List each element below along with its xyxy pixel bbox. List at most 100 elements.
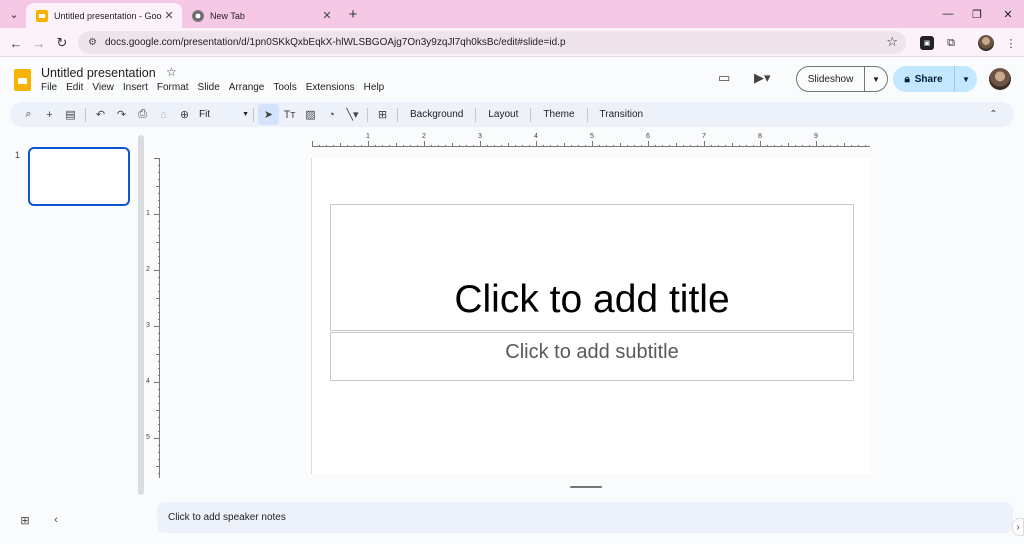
image-icon[interactable]: ▨ (300, 104, 321, 125)
slides-logo-icon[interactable] (14, 69, 31, 91)
ruler-tick (725, 145, 726, 147)
ruler-tick (347, 145, 348, 147)
share-button[interactable]: 🔒︎ Share (893, 66, 955, 92)
layout-button[interactable]: Layout (480, 109, 526, 120)
ruler-tick (585, 145, 586, 147)
zoom-select[interactable]: Fit ▼ (199, 109, 249, 120)
collapse-filmstrip-icon[interactable]: ‹ (48, 512, 64, 528)
slideshow-dropdown-icon[interactable]: ▼ (865, 75, 887, 84)
ruler-tick (158, 473, 160, 474)
transition-button[interactable]: Transition (592, 109, 652, 120)
minimize-icon[interactable]: — (933, 4, 963, 24)
new-slide-icon[interactable]: + (39, 104, 60, 125)
menu-tools[interactable]: Tools (273, 82, 296, 93)
extensions-puzzle-icon[interactable]: ⧉ (942, 34, 960, 52)
ruler-label: 9 (814, 133, 818, 140)
slide-canvas[interactable]: Click to add title Click to add subtitle (311, 158, 871, 474)
close-tab-icon[interactable]: ✕ (320, 9, 334, 22)
ruler-tick (837, 145, 838, 147)
ruler-tick (578, 145, 579, 147)
grid-view-icon[interactable]: ⊞ (17, 512, 33, 528)
window-close-icon[interactable]: ✕ (993, 4, 1023, 24)
text-box-icon[interactable]: Tт (279, 104, 300, 125)
ruler-tick (158, 200, 160, 201)
vertical-ruler[interactable]: 1 2 3 4 5 (146, 158, 160, 478)
print-icon[interactable]: ⎙ (132, 104, 153, 125)
select-cursor-icon[interactable]: ➤ (258, 104, 279, 125)
ruler-tick (158, 193, 160, 194)
meet-video-icon[interactable]: ▶▾ (754, 70, 771, 86)
theme-button[interactable]: Theme (535, 109, 582, 120)
paint-format-icon[interactable]: ⌂ (153, 104, 174, 125)
reload-icon[interactable]: ↻ (52, 33, 72, 53)
search-menus-icon[interactable]: ⌕ (18, 104, 39, 125)
ruler-tick (627, 145, 628, 147)
browser-menu-icon[interactable]: ⋮ (1002, 34, 1020, 52)
document-title[interactable]: Untitled presentation (41, 66, 156, 80)
tab-search-chevron-icon[interactable]: ⌄ (5, 5, 23, 23)
account-avatar[interactable] (989, 68, 1011, 90)
add-comment-icon[interactable]: ⊞ (372, 104, 393, 125)
shape-icon[interactable]: ◔ (321, 104, 342, 125)
menu-arrange[interactable]: Arrange (229, 82, 265, 93)
comments-icon[interactable]: ▭ (718, 70, 730, 86)
menu-file[interactable]: File (41, 82, 57, 93)
menu-view[interactable]: View (92, 82, 114, 93)
share-label: Share (914, 73, 943, 85)
menu-edit[interactable]: Edit (66, 82, 83, 93)
close-tab-icon[interactable]: ✕ (162, 9, 176, 22)
title-placeholder[interactable]: Click to add title (330, 204, 854, 331)
ruler-tick (389, 145, 390, 147)
back-arrow-icon[interactable]: ← (6, 33, 26, 53)
undo-icon[interactable]: ↶ (90, 104, 111, 125)
ruler-tick (711, 145, 712, 147)
ruler-tick (158, 375, 160, 376)
ruler-tick (830, 145, 831, 147)
slideshow-button-group: Slideshow ▼ (796, 66, 888, 92)
bookmark-star-icon[interactable]: ☆ (886, 34, 898, 50)
ruler-baseline (159, 158, 160, 478)
profile-avatar[interactable] (977, 34, 995, 52)
horizontal-ruler[interactable]: 1 2 3 4 5 6 7 8 9 (312, 133, 870, 147)
ruler-tick (494, 145, 495, 147)
speaker-notes[interactable]: Click to add speaker notes (157, 502, 1013, 533)
ruler-tick (816, 141, 817, 147)
ruler-tick (858, 145, 859, 147)
collapse-toolbar-icon[interactable]: ⌃ (983, 104, 1004, 125)
new-tab-button[interactable]: + (344, 5, 362, 23)
menu-extensions[interactable]: Extensions (306, 82, 355, 93)
star-icon[interactable]: ☆ (166, 65, 177, 79)
layout-picker-icon[interactable]: ▤ (60, 104, 81, 125)
slide-thumbnail[interactable] (28, 147, 130, 206)
side-panel-toggle-icon[interactable]: › (1012, 518, 1024, 536)
subtitle-placeholder[interactable]: Click to add subtitle (330, 332, 854, 381)
site-info-icon[interactable]: ⚙ (88, 37, 97, 48)
tab-new-tab[interactable]: New Tab ✕ (182, 3, 340, 28)
share-dropdown-icon[interactable]: ▼ (955, 75, 977, 84)
menu-insert[interactable]: Insert (123, 82, 148, 93)
ruler-tick (676, 143, 677, 147)
notes-resize-handle[interactable] (570, 486, 602, 488)
background-button[interactable]: Background (402, 109, 471, 120)
omnibox[interactable]: ⚙ docs.google.com/presentation/d/1pn0SKk… (78, 31, 906, 54)
extension-icon[interactable]: ▣ (920, 36, 934, 50)
zoom-icon[interactable]: ⊕ (174, 104, 195, 125)
ruler-tick (564, 143, 565, 147)
ruler-tick (410, 145, 411, 147)
ruler-tick (158, 179, 160, 180)
ruler-tick (697, 145, 698, 147)
ruler-tick (802, 145, 803, 147)
slideshow-button[interactable]: Slideshow (797, 67, 865, 91)
line-icon[interactable]: ╲▾ (342, 104, 363, 125)
menu-format[interactable]: Format (157, 82, 189, 93)
forward-arrow-icon[interactable]: → (29, 33, 49, 53)
ruler-tick (319, 145, 320, 147)
tab-untitled-presentation[interactable]: Untitled presentation - Google ✕ (26, 3, 182, 28)
restore-icon[interactable]: ❐ (962, 4, 992, 24)
menu-slide[interactable]: Slide (198, 82, 220, 93)
redo-icon[interactable]: ↷ (111, 104, 132, 125)
ruler-label: 6 (646, 133, 650, 140)
toolbar-divider (85, 107, 86, 122)
filmstrip-scrollbar[interactable] (138, 135, 144, 495)
menu-help[interactable]: Help (364, 82, 385, 93)
